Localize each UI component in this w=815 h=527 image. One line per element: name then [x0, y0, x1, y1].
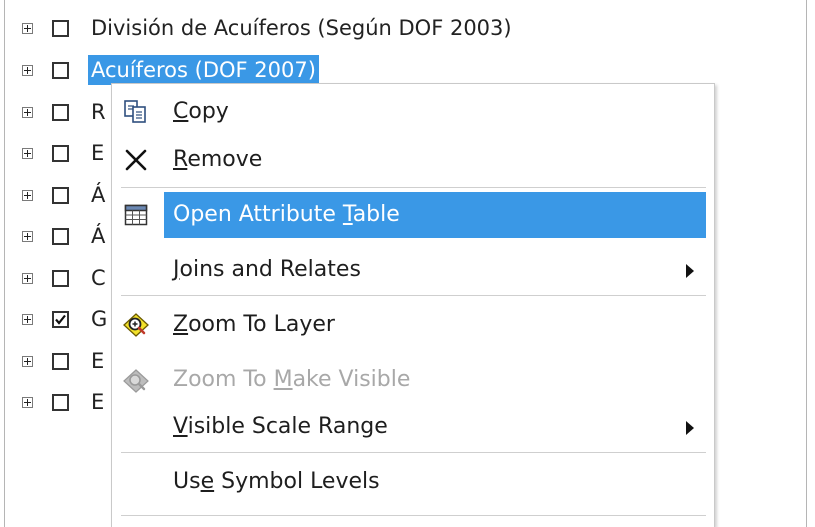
menu-item-label: Zoom To Make Visible: [173, 367, 411, 392]
layer-name[interactable]: G: [88, 304, 110, 334]
menu-item-zoom-to-make-visible: Zoom To Make Visible: [112, 357, 714, 403]
menu-separator: [121, 452, 706, 453]
layer-row[interactable]: División de Acuíferos (Según DOF 2003): [22, 13, 515, 43]
layer-row[interactable]: E: [22, 346, 107, 376]
layer-visibility-checkbox[interactable]: [52, 393, 69, 411]
zoom-to-make-visible-icon: [122, 366, 150, 394]
layer-visibility-checkbox[interactable]: [52, 19, 69, 37]
expand-plus-icon[interactable]: [22, 147, 33, 159]
layer-visibility-checkbox[interactable]: [52, 103, 69, 121]
menu-item-label: Remove: [173, 147, 263, 172]
layer-name[interactable]: E: [88, 138, 107, 168]
expand-plus-icon[interactable]: [22, 230, 33, 242]
menu-item-visible-scale-range[interactable]: Visible Scale Range: [112, 404, 714, 450]
layer-visibility-checkbox[interactable]: [52, 269, 69, 287]
attribute-table-icon: [122, 201, 150, 229]
submenu-arrow-icon: [686, 421, 694, 435]
expand-plus-icon[interactable]: [22, 272, 33, 284]
layer-row[interactable]: R: [22, 97, 109, 127]
expand-plus-icon[interactable]: [22, 106, 33, 118]
expand-plus-icon[interactable]: [22, 189, 33, 201]
layer-visibility-checkbox[interactable]: [52, 227, 69, 245]
menu-item-label: Use Symbol Levels: [173, 469, 380, 494]
layer-row[interactable]: G: [22, 304, 110, 334]
expand-plus-icon[interactable]: [22, 64, 33, 76]
layer-context-menu: Copy Remove Open Attribute Table Joins a…: [111, 83, 715, 527]
layer-name[interactable]: Acuíferos (DOF 2007): [88, 55, 319, 85]
layer-row[interactable]: E: [22, 387, 107, 417]
menu-item-copy[interactable]: Copy: [112, 89, 714, 135]
menu-item-open-attribute-table[interactable]: Open Attribute Table: [112, 192, 714, 238]
layer-visibility-checkbox-checked[interactable]: [52, 310, 69, 328]
layer-row[interactable]: C: [22, 263, 109, 293]
menu-item-label: Visible Scale Range: [173, 414, 388, 439]
menu-item-label: Zoom To Layer: [173, 312, 335, 337]
layer-name[interactable]: Á: [88, 221, 108, 251]
expand-plus-icon[interactable]: [22, 22, 33, 34]
submenu-arrow-icon: [686, 264, 694, 278]
menu-item-label: Joins and Relates: [173, 257, 361, 282]
expand-plus-icon[interactable]: [22, 355, 33, 367]
remove-icon: [122, 146, 150, 174]
layer-name[interactable]: C: [88, 263, 109, 293]
menu-item-zoom-to-layer[interactable]: Zoom To Layer: [112, 302, 714, 348]
menu-item-joins-and-relates[interactable]: Joins and Relates: [112, 247, 714, 293]
layer-row[interactable]: Á: [22, 221, 108, 251]
layer-visibility-checkbox[interactable]: [52, 186, 69, 204]
layer-name[interactable]: R: [88, 97, 109, 127]
zoom-to-layer-icon: [122, 311, 150, 339]
layer-name[interactable]: Á: [88, 180, 108, 210]
layer-row[interactable]: E: [22, 138, 107, 168]
menu-item-label: Copy: [173, 99, 229, 124]
menu-item-use-symbol-levels[interactable]: Use Symbol Levels: [112, 459, 714, 505]
layer-row[interactable]: Á: [22, 180, 108, 210]
copy-icon: [122, 98, 150, 126]
checkmark-icon: [55, 314, 66, 325]
menu-item-remove[interactable]: Remove: [112, 137, 714, 183]
layer-visibility-checkbox[interactable]: [52, 144, 69, 162]
menu-separator: [121, 515, 706, 516]
menu-separator: [121, 187, 706, 188]
expand-plus-icon[interactable]: [22, 396, 33, 408]
layer-name[interactable]: E: [88, 346, 107, 376]
layer-name[interactable]: E: [88, 387, 107, 417]
layer-row-selected[interactable]: Acuíferos (DOF 2007): [22, 55, 319, 85]
expand-plus-icon[interactable]: [22, 313, 33, 325]
menu-item-label: Open Attribute Table: [173, 202, 400, 227]
layer-name[interactable]: División de Acuíferos (Según DOF 2003): [88, 13, 515, 43]
layer-visibility-checkbox[interactable]: [52, 352, 69, 370]
layer-visibility-checkbox[interactable]: [52, 61, 69, 79]
menu-separator: [121, 295, 706, 296]
